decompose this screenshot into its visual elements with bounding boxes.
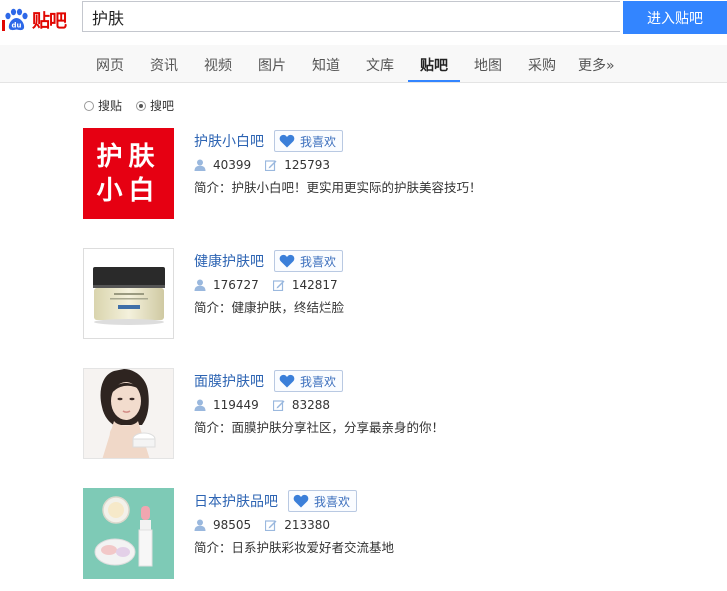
heart-icon [279,134,295,148]
tab-tieba[interactable]: 贴吧 [420,55,448,75]
tab-news[interactable]: 资讯 [150,55,178,75]
bar-thumbnail[interactable] [83,248,174,339]
thumb-text: 小白 [96,175,161,206]
member-count: 119449 [213,398,259,412]
like-label: 我喜欢 [300,374,337,389]
member-icon [194,399,206,411]
result-item: 日本护肤品吧 我喜欢 98505 213380 简介：日系护肤彩妆爱好者交流基地 [83,488,643,580]
result-item: 健康护肤吧 我喜欢 176727 142817 简介：健康护肤，终结烂脸 [83,248,643,340]
bar-description: 简介：日系护肤彩妆爱好者交流基地 [194,540,395,555]
logo-text: 贴吧 [32,11,67,32]
bar-thumbnail[interactable] [83,488,174,579]
like-button[interactable]: 我喜欢 [288,490,358,512]
bar-description: 简介：健康护肤，终结烂脸 [194,300,345,315]
member-icon [194,159,206,171]
tieba-logo[interactable]: du 贴吧 [2,7,67,33]
like-button[interactable]: 我喜欢 [274,370,344,392]
radio-search-posts[interactable]: 搜贴 [84,97,122,114]
member-count: 176727 [213,278,259,292]
radio-search-bars[interactable]: 搜吧 [136,97,174,114]
top-bar: du 贴吧 进入贴吧 [0,0,727,45]
radio-label: 搜吧 [150,99,175,113]
result-item: 护肤 小白 护肤小白吧 我喜欢 40399 125793 简介：护肤小白吧！更实… [83,128,643,220]
post-count: 142817 [291,278,338,292]
search-mode-radios: 搜贴 搜吧 [84,97,188,114]
member-count: 98505 [213,518,252,532]
like-label: 我喜欢 [300,254,337,269]
baidu-paw-icon: du [2,8,28,31]
tab-video[interactable]: 视频 [204,55,232,75]
radio-circle[interactable] [84,100,94,111]
bar-thumbnail[interactable]: 护肤 小白 [83,128,174,219]
heart-icon [279,254,295,268]
radio-label: 搜贴 [98,99,123,113]
search-box [82,1,620,32]
tab-purchase[interactable]: 采购 [528,55,556,75]
member-icon [194,519,206,531]
post-icon [272,400,285,411]
svg-text:du: du [12,22,22,30]
tab-images[interactable]: 图片 [258,55,286,75]
bar-thumbnail[interactable] [83,368,174,459]
post-icon [265,160,277,171]
member-icon [194,279,206,291]
tab-wenku[interactable]: 文库 [366,55,394,75]
radio-circle-checked[interactable] [136,100,147,111]
post-count: 213380 [284,518,330,532]
tab-map[interactable]: 地图 [474,55,502,75]
bar-name-link[interactable]: 健康护肤吧 [194,251,264,271]
bar-name-link[interactable]: 日本护肤品吧 [194,491,278,511]
face-mask-model-image [84,369,173,458]
post-count: 125793 [284,158,330,172]
tab-zhidao[interactable]: 知道 [312,55,340,75]
active-tab-indicator [408,80,460,82]
heart-icon [279,374,295,388]
heart-icon [293,494,309,508]
search-nav: 网页 资讯 视频 图片 知道 文库 贴吧 地图 采购 更多» [0,45,727,83]
like-label: 我喜欢 [300,134,337,149]
makeup-compact-image [83,488,174,579]
cream-jar-image [93,267,165,325]
enter-tieba-button[interactable]: 进入贴吧 [623,1,727,34]
post-count: 83288 [291,398,330,412]
bar-name-link[interactable]: 护肤小白吧 [194,131,264,151]
member-count: 40399 [213,158,252,172]
post-icon [272,280,285,291]
like-button[interactable]: 我喜欢 [274,250,344,272]
tab-web[interactable]: 网页 [96,55,124,75]
bar-name-link[interactable]: 面膜护肤吧 [194,371,264,391]
result-item: 面膜护肤吧 我喜欢 119449 83288 简介：面膜护肤分享社区，分享最亲身… [83,368,643,460]
search-input[interactable] [83,2,620,31]
bar-description: 简介：护肤小白吧！更实用更实际的护肤美容技巧！ [194,180,482,195]
tab-more[interactable]: 更多» [578,55,615,75]
post-icon [265,520,277,531]
like-label: 我喜欢 [314,494,351,509]
thumb-text: 护肤 [96,141,161,172]
like-button[interactable]: 我喜欢 [274,130,344,152]
bar-description: 简介：面膜护肤分享社区，分享最亲身的你！ [194,420,445,435]
